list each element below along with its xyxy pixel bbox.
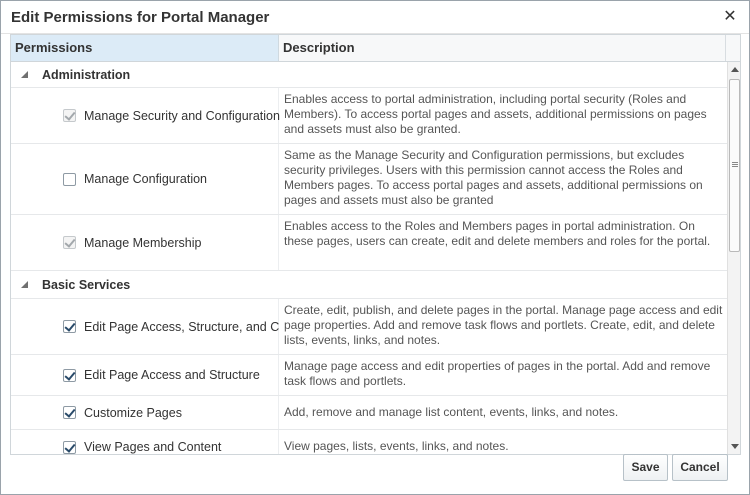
column-header-permissions[interactable]: Permissions bbox=[11, 35, 279, 61]
permissions-table: Permissions Description Administration M… bbox=[10, 34, 741, 455]
permission-label: Manage Configuration bbox=[84, 172, 207, 186]
permission-checkbox[interactable] bbox=[63, 440, 76, 454]
permission-label: Customize Pages bbox=[84, 405, 182, 420]
cancel-button[interactable]: Cancel bbox=[672, 454, 728, 481]
table-row: View Pages and Content View pages, lists… bbox=[11, 430, 727, 454]
table-row: Manage Security and Configuration Enable… bbox=[11, 88, 727, 144]
permission-checkbox[interactable] bbox=[63, 406, 76, 419]
permission-checkbox[interactable] bbox=[63, 236, 76, 249]
permission-description: Enables access to the Roles and Members … bbox=[284, 219, 711, 248]
permission-checkbox[interactable] bbox=[63, 172, 76, 186]
table-row: Manage Membership Enables access to the … bbox=[11, 215, 727, 271]
table-header: Permissions Description bbox=[11, 35, 740, 62]
permission-description: View pages, lists, events, links, and no… bbox=[284, 439, 509, 453]
dialog-titlebar: Edit Permissions for Portal Manager ✕ bbox=[1, 1, 749, 34]
permission-label: Manage Security and Configuration bbox=[84, 108, 280, 123]
permission-label: Edit Page Access, Structure, and C bbox=[84, 319, 280, 334]
grip-icon bbox=[732, 162, 738, 163]
permission-label: Edit Page Access and Structure bbox=[84, 368, 260, 382]
table-row: Edit Page Access and Structure Manage pa… bbox=[11, 355, 727, 396]
permission-label: Manage Membership bbox=[84, 235, 202, 250]
expanded-triangle-icon[interactable] bbox=[21, 70, 28, 78]
column-header-description[interactable]: Description bbox=[279, 35, 726, 61]
permission-label: View Pages and Content bbox=[84, 440, 222, 454]
permission-checkbox[interactable] bbox=[63, 368, 76, 382]
table-row: Edit Page Access, Structure, and C Creat… bbox=[11, 299, 727, 355]
scrollbar-thumb[interactable] bbox=[729, 79, 740, 252]
edit-permissions-dialog: Edit Permissions for Portal Manager ✕ Pe… bbox=[0, 0, 750, 495]
scroll-down-arrow-icon[interactable] bbox=[731, 444, 739, 449]
save-button[interactable]: Save bbox=[623, 454, 668, 481]
permission-description: Same as the Manage Security and Configur… bbox=[284, 148, 703, 207]
group-row-administration[interactable]: Administration bbox=[11, 62, 727, 88]
scroll-up-arrow-icon[interactable] bbox=[731, 67, 739, 72]
permission-description: Enables access to portal administration,… bbox=[284, 92, 707, 136]
vertical-scrollbar[interactable] bbox=[727, 62, 740, 454]
dialog-title: Edit Permissions for Portal Manager bbox=[11, 9, 270, 26]
group-label: Administration bbox=[42, 67, 131, 82]
expanded-triangle-icon[interactable] bbox=[21, 280, 28, 288]
permission-description: Create, edit, publish, and delete pages … bbox=[284, 303, 723, 347]
permission-checkbox[interactable] bbox=[63, 320, 76, 333]
group-row-basic-services[interactable]: Basic Services bbox=[11, 271, 727, 299]
permission-description: Manage page access and edit properties o… bbox=[284, 359, 711, 388]
permission-checkbox[interactable] bbox=[63, 109, 76, 122]
table-row: Customize Pages Add, remove and manage l… bbox=[11, 396, 727, 430]
close-icon[interactable]: ✕ bbox=[720, 7, 740, 27]
permission-description: Add, remove and manage list content, eve… bbox=[284, 405, 619, 419]
table-row: Manage Configuration Same as the Manage … bbox=[11, 144, 727, 215]
group-label: Basic Services bbox=[42, 277, 131, 292]
table-body: Administration Manage Security and Confi… bbox=[11, 62, 727, 454]
